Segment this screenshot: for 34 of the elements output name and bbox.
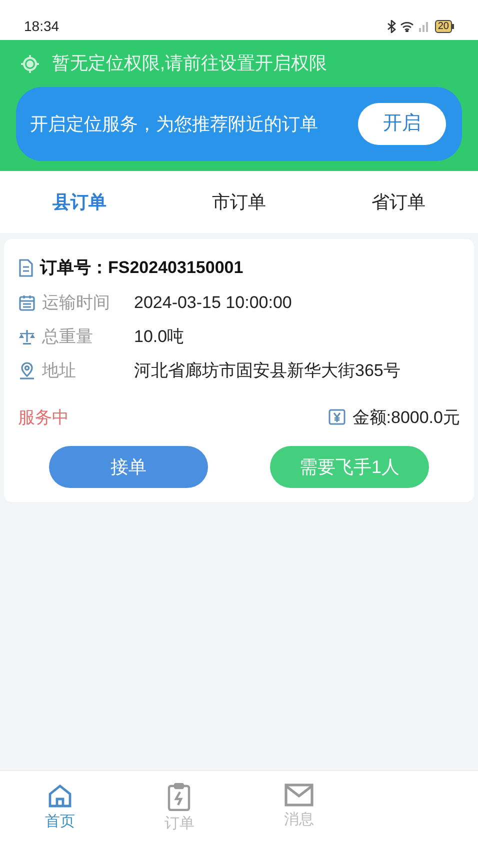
- order-amount: 金额:8000.0元: [352, 406, 460, 428]
- nav-tab[interactable]: 首页: [0, 783, 120, 850]
- order-status: 服务中: [18, 406, 69, 428]
- order-tab[interactable]: 省订单: [371, 188, 426, 216]
- wifi-icon: [400, 20, 414, 32]
- enable-button[interactable]: 开启: [358, 103, 446, 145]
- home-icon: [46, 783, 73, 809]
- nav-tab[interactable]: 订单: [120, 783, 239, 850]
- order-number: 订单号：FS202403150001: [40, 257, 244, 279]
- battery-indicator: 20: [434, 20, 454, 32]
- status-time: 18:34: [24, 16, 60, 36]
- location-pin-icon: [18, 362, 36, 380]
- pilot-needed-button[interactable]: 需要飞手1人: [270, 446, 429, 488]
- nav-tab[interactable]: 消息: [239, 783, 358, 850]
- scale-icon: [18, 328, 36, 346]
- accept-order-button[interactable]: 接单: [49, 446, 208, 488]
- calendar-icon: [18, 294, 36, 312]
- bluetooth-icon: [386, 20, 396, 32]
- location-prompt-text: 开启定位服务，为您推荐附近的订单: [30, 112, 318, 136]
- field-label: 总重量: [42, 326, 94, 348]
- envelope-icon: [284, 783, 314, 807]
- clipboard-icon: [166, 783, 192, 811]
- order-tab[interactable]: 市订单: [212, 188, 266, 216]
- signal-icon: [418, 20, 429, 32]
- field-label: 运输时间: [42, 292, 111, 314]
- order-tab[interactable]: 县订单: [52, 188, 107, 216]
- field-label: 地址: [42, 360, 77, 382]
- field-value: 10.0吨: [134, 326, 184, 348]
- field-value: 2024-03-15 10:00:00: [134, 292, 292, 314]
- yuan-icon: [328, 408, 346, 426]
- field-value: 河北省廊坊市固安县新华大街365号: [134, 360, 400, 382]
- document-icon: [18, 258, 34, 277]
- locate-icon: [20, 54, 40, 74]
- permission-notice: 暂无定位权限,请前往设置开启权限: [52, 52, 328, 75]
